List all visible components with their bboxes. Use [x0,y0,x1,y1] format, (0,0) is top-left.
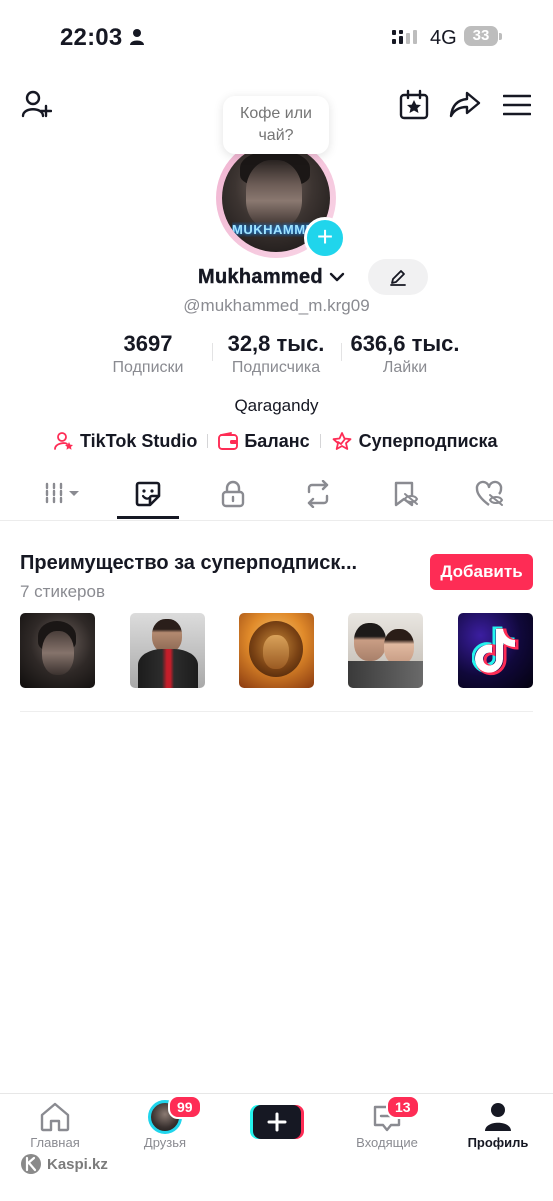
nav-label: Профиль [467,1135,529,1150]
tab-liked[interactable] [455,474,525,520]
super-subscription-link[interactable]: Суперподписка [331,431,498,452]
calendar-star-icon[interactable] [398,89,430,121]
kaspi-logo-icon [21,1154,41,1174]
tab-videos[interactable] [28,474,98,520]
profile-links-row: TikTok Studio Баланс Суперподписка [54,429,498,453]
profile-icon [485,1103,511,1131]
link-label: TikTok Studio [80,430,198,451]
network-type: 4G [430,27,457,49]
sticker-count: 7 стикеров [20,582,105,601]
sticker-icon [135,481,161,507]
sticker-figure [138,649,198,688]
nav-label: Главная [30,1135,80,1150]
add-stickers-button[interactable]: Добавить [430,554,533,590]
sticker-thumbnail[interactable] [348,613,423,688]
active-tab-indicator [117,516,179,519]
nav-label: Друзья [143,1135,187,1150]
person-icon [130,29,145,45]
section-divider [20,711,533,712]
edit-profile-button[interactable] [368,259,428,295]
stat-divider [212,343,213,361]
tab-reposts[interactable] [283,474,353,520]
stat-followers[interactable]: 32,8 тыс. Подписчика [216,331,336,377]
wallet-icon [218,432,239,450]
stat-label: Лайки [382,359,428,376]
inbox-badge: 13 [386,1095,420,1119]
sticker-thumbnail[interactable] [20,613,95,688]
stat-following[interactable]: 3697 Подписки [98,331,198,377]
avatar-face [246,160,302,228]
display-name-row[interactable]: Mukhammed [198,266,345,289]
share-icon[interactable] [449,89,481,119]
balance-link[interactable]: Баланс [218,430,310,452]
tiktok-logo-icon [472,626,519,676]
status-time: 22:03 [60,24,145,52]
stat-value: 32,8 тыс. [227,331,325,356]
battery-indicator: 33 [464,26,498,46]
sticker-thumbnail[interactable] [458,613,533,688]
sticker-pack-title: Преимущество за суперподписк... [20,552,358,574]
repost-icon [307,480,329,508]
add-friend-icon[interactable] [20,88,52,120]
link-separator [319,434,321,448]
stat-label: Подписки [112,359,184,376]
menu-icon[interactable] [503,93,531,117]
tab-private[interactable] [198,474,268,520]
profile-tabs [0,474,553,521]
username-handle: @mukhammed_m.krg09 [183,296,370,315]
nav-label: Входящие [356,1135,418,1150]
stat-value: 3697 [123,331,173,356]
link-separator [207,434,209,448]
sticker-figure [263,635,289,669]
studio-icon [54,432,73,450]
pencil-icon [390,270,406,286]
stat-label: Подписчика [231,359,321,376]
heart-hidden-icon [475,480,504,506]
chevron-down-icon [330,272,345,282]
home-icon [40,1102,70,1132]
kaspi-watermark: Kaspi.kz [20,1153,108,1175]
link-label: Баланс [244,430,310,451]
display-name: Mukhammed [198,266,323,288]
bookmark-hidden-icon [394,481,419,507]
sticker-figure [348,661,423,688]
lock-icon [221,480,245,508]
sticker-thumbnail[interactable] [130,613,205,688]
create-post-button[interactable] [250,1105,304,1139]
tiktok-studio-link[interactable]: TikTok Studio [54,431,197,452]
note-bubble[interactable]: Кофе или чай? [223,96,329,154]
sticker-figure [152,619,182,653]
sticker-thumbnail[interactable] [239,613,314,688]
sticker-figure [384,629,414,665]
battery-tip [499,33,502,40]
add-avatar-plus-icon[interactable]: + [304,217,346,259]
watermark-text: Kaspi.kz [47,1155,108,1173]
bio-location: Qaragandy [234,396,319,415]
cellular-signal-icon [392,30,417,44]
tab-favorites[interactable] [370,474,440,520]
sticker-figure [354,623,386,661]
sticker-figure [42,631,74,675]
link-label: Суперподписка [358,430,498,451]
stat-value: 636,6 тыс. [350,331,460,356]
videos-grid-icon [45,482,79,506]
stat-likes[interactable]: 636,6 тыс. Лайки [340,331,470,377]
super-subscription-icon [332,432,352,450]
friends-badge: 99 [168,1095,202,1119]
tab-stickers[interactable] [113,474,183,520]
